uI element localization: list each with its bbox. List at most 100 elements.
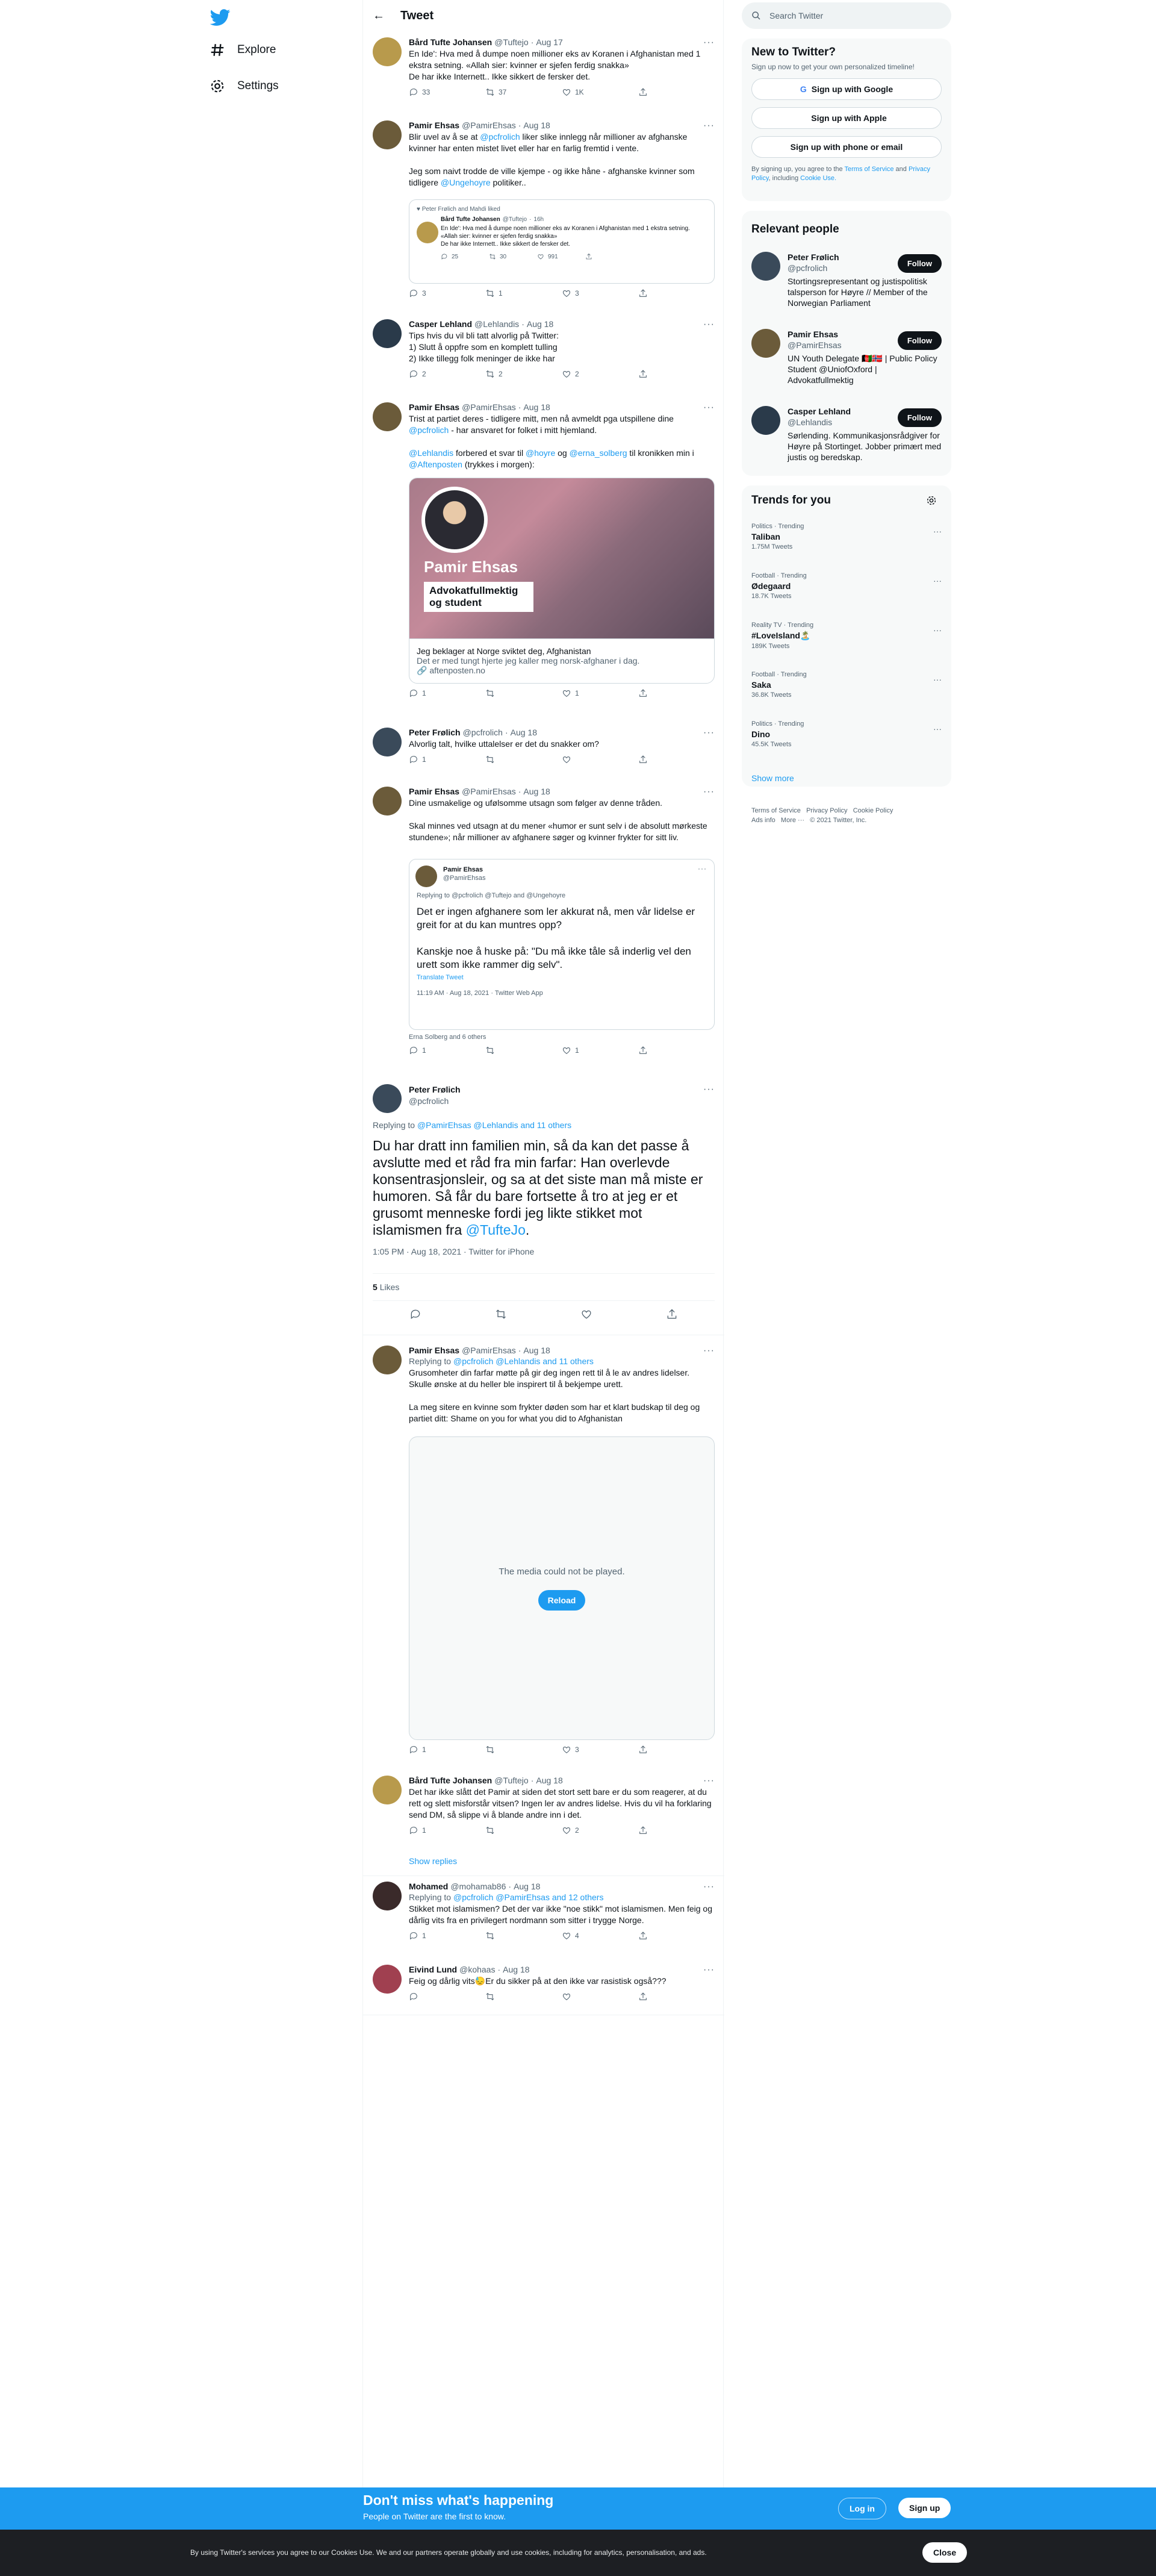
footer-link[interactable]: Privacy Policy [806, 807, 847, 814]
search-box[interactable]: Search Twitter [742, 2, 951, 29]
more-icon[interactable]: ··· [703, 1346, 715, 1356]
person-row[interactable]: Peter Frølich @pcfrolich Follow Stortings… [742, 252, 951, 324]
avatar[interactable] [751, 329, 780, 358]
like-button[interactable]: 1 [562, 688, 638, 698]
google-signup-button[interactable]: G Sign up with Google [751, 78, 942, 100]
author-name[interactable]: Peter Frølich [409, 728, 461, 737]
reply-tweet[interactable]: ··· Bård Tufte Johansen @Tuftejo · Aug 18 D… [363, 1776, 724, 1835]
author-name[interactable]: Bård Tufte Johansen [409, 37, 492, 47]
likes-summary[interactable]: 5 Likes [373, 1273, 715, 1301]
avatar[interactable] [373, 728, 402, 756]
reply-tweet[interactable]: ··· Pamir Ehsas @PamirEhsas · Aug 18 Replyi… [363, 1346, 724, 1754]
person-name[interactable]: Casper Lehland [788, 407, 851, 416]
trend-item[interactable]: Football · Trending Ødegaard 18.7K Tweets [751, 572, 807, 600]
share-button[interactable] [638, 1992, 715, 2001]
avatar[interactable] [373, 1882, 402, 1910]
retweet-icon[interactable] [495, 1308, 507, 1320]
reply-icon[interactable] [409, 1308, 421, 1320]
retweet-button[interactable] [485, 688, 562, 698]
apple-signup-button[interactable]: Sign up with Apple [751, 107, 942, 129]
back-arrow-icon[interactable]: ← [373, 9, 385, 23]
tweet-timestamp[interactable]: 1:05 PM · Aug 18, 2021 · Twitter for iPh… [373, 1247, 715, 1256]
avatar[interactable] [373, 37, 402, 66]
share-button[interactable] [638, 1745, 715, 1754]
reply-button[interactable]: 1 [409, 1931, 485, 1941]
thread-tweet[interactable]: ··· Pamir Ehsas @PamirEhsas · Aug 18 Blir u… [363, 120, 724, 298]
quoted-tweet[interactable]: ··· Pamir Ehsas @PamirEhsas Replying to @… [409, 859, 715, 1030]
reply-button[interactable]: 25 [441, 253, 489, 260]
share-button[interactable] [585, 253, 609, 260]
author-name[interactable]: Mohamed [409, 1882, 448, 1891]
author-name[interactable]: Bård Tufte Johansen [409, 1776, 492, 1785]
author-handle[interactable]: @pcfrolich [463, 728, 503, 737]
person-row[interactable]: Pamir Ehsas @PamirEhsas Follow UN Youth D… [742, 329, 951, 401]
replying-links[interactable]: @PamirEhsas @Lehlandis and 11 others [417, 1120, 571, 1130]
avatar[interactable] [373, 1776, 402, 1804]
like-button[interactable]: 1K [562, 87, 638, 97]
more-icon[interactable]: ··· [933, 576, 942, 585]
reply-button[interactable]: 33 [409, 87, 485, 97]
more-icon[interactable]: ··· [703, 120, 715, 131]
tweet-date[interactable]: Aug 18 [523, 402, 550, 412]
author-name[interactable]: Pamir Ehsas [409, 1346, 459, 1355]
author-name[interactable]: Pamir Ehsas [409, 402, 459, 412]
nav-settings[interactable]: Settings [210, 78, 279, 94]
reply-button[interactable]: 3 [409, 288, 485, 298]
avatar[interactable] [373, 319, 402, 348]
trend-item[interactable]: Football · Trending Saka 36.8K Tweets [751, 671, 807, 699]
gear-icon[interactable] [926, 495, 937, 506]
author-name[interactable]: Pamir Ehsas [409, 120, 459, 130]
media-player[interactable]: The media could not be played. Reload [409, 1436, 715, 1740]
reply-button[interactable]: 1 [409, 755, 485, 764]
more-icon[interactable]: ··· [703, 1965, 715, 1976]
trend-item[interactable]: Politics · Trending Dino 45.5K Tweets [751, 720, 804, 748]
reply-button[interactable]: 1 [409, 1046, 485, 1055]
thread-tweet[interactable]: ··· Pamir Ehsas @PamirEhsas · Aug 18 Trist … [363, 402, 724, 698]
author-handle[interactable]: @Tuftejo [494, 1776, 529, 1785]
person-row[interactable]: Casper Lehland @Lehlandis Follow Sørlendi… [742, 406, 951, 472]
like-button[interactable]: 4 [562, 1931, 638, 1941]
like-button[interactable]: 3 [562, 288, 638, 298]
mention-link[interactable]: @pcfrolich [480, 132, 520, 142]
follow-button[interactable]: Follow [897, 408, 942, 427]
retweet-button[interactable] [485, 1992, 562, 2001]
author-handle[interactable]: @kohaas [459, 1965, 495, 1974]
author-handle[interactable]: @Lehlandis [474, 319, 519, 329]
avatar[interactable] [373, 1084, 402, 1113]
twitter-logo-icon[interactable] [210, 7, 231, 28]
footer-link[interactable]: Terms of Service [751, 807, 801, 814]
more-icon[interactable]: ··· [703, 1084, 715, 1095]
author-name[interactable]: Peter Frølich [409, 1085, 461, 1094]
reply-button[interactable]: 2 [409, 369, 485, 379]
follow-button[interactable]: Follow [897, 254, 942, 273]
mention-link[interactable]: @pcfrolich [409, 425, 449, 435]
avatar[interactable] [373, 1965, 402, 1994]
thread-tweet[interactable]: ··· Peter Frølich @pcfrolich · Aug 18 Alvor… [363, 728, 724, 764]
thread-tweet[interactable]: ··· Bård Tufte Johansen @Tuftejo · Aug 17 E… [363, 37, 724, 97]
like-button[interactable] [562, 1992, 638, 2001]
share-button[interactable] [638, 288, 715, 298]
share-button[interactable] [638, 369, 715, 379]
author-handle[interactable]: @PamirEhsas [462, 787, 516, 796]
mention-link[interactable]: @Lehlandis [409, 448, 453, 458]
retweet-button[interactable] [485, 1826, 562, 1835]
more-icon[interactable]: ··· [703, 1882, 715, 1892]
retweet-button[interactable]: 2 [485, 369, 562, 379]
show-more-link[interactable]: Show more [751, 773, 794, 783]
link-card[interactable]: Pamir Ehsas Advokatfullmektig og student… [409, 478, 715, 684]
translate-link[interactable]: Translate Tweet [417, 974, 707, 981]
more-icon[interactable]: ··· [703, 319, 715, 330]
retweet-button[interactable] [485, 1931, 562, 1941]
tweet-date[interactable]: Aug 18 [503, 1965, 529, 1974]
tweet-date[interactable]: Aug 18 [523, 1346, 550, 1355]
login-button[interactable]: Log in [838, 2498, 886, 2519]
mention-link[interactable]: @erna_solberg [570, 448, 627, 458]
share-button[interactable] [638, 1931, 715, 1941]
avatar[interactable] [373, 787, 402, 816]
thread-tweet[interactable]: ··· Pamir Ehsas @PamirEhsas · Aug 18 Dine u… [363, 787, 724, 1055]
author-handle[interactable]: @pcfrolich [409, 1096, 449, 1106]
nav-explore[interactable]: Explore [210, 42, 276, 58]
author-name[interactable]: Pamir Ehsas [409, 787, 459, 796]
author-handle[interactable]: @mohamab86 [450, 1882, 506, 1891]
share-button[interactable] [638, 1046, 715, 1055]
